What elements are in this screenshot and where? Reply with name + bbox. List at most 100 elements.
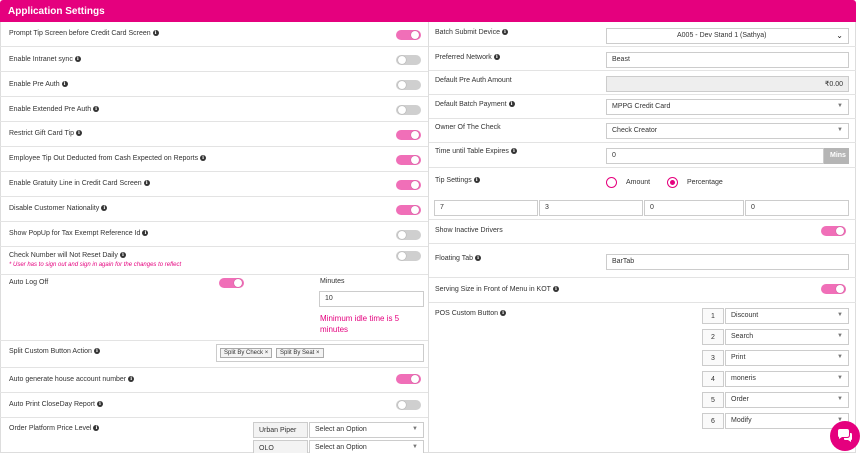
setting-label: POS Custom Button xyxy=(435,310,499,317)
info-icon[interactable]: i xyxy=(75,130,82,137)
info-icon[interactable]: i xyxy=(93,106,100,113)
pos-button-number: 5 xyxy=(702,392,724,408)
batch-submit-device-select[interactable]: A005 - Dev Stand 1 (Sathya) ⌄ xyxy=(606,28,849,44)
setting-row-intranet-sync: Enable Intranet sync i xyxy=(0,47,428,72)
pos-button-number: 6 xyxy=(702,413,724,429)
pre-auth-toggle[interactable] xyxy=(396,80,421,90)
default-batch-payment-select[interactable]: MPPG Credit Card ▼ xyxy=(606,99,849,115)
info-icon[interactable]: i xyxy=(500,310,507,317)
chat-button[interactable] xyxy=(830,421,860,451)
setting-row-gratuity-line: Enable Gratuity Line in Credit Card Scre… xyxy=(0,172,428,197)
prompt-tip-toggle[interactable] xyxy=(396,30,421,40)
setting-row-pre-auth: Enable Pre Auth i xyxy=(0,72,428,97)
tag-split-by-seat[interactable]: Split By Seat × xyxy=(276,348,324,358)
info-icon[interactable]: i xyxy=(74,56,81,63)
chevron-down-icon: ▼ xyxy=(837,312,843,318)
auto-log-off-toggle[interactable] xyxy=(219,278,244,288)
info-icon[interactable]: i xyxy=(475,255,482,262)
info-icon[interactable]: i xyxy=(473,177,480,184)
info-icon[interactable]: i xyxy=(510,148,517,155)
pos-button-number: 2 xyxy=(702,329,724,345)
pos-button-select-2[interactable]: Search ▼ xyxy=(725,329,849,345)
tip-percentage-radio[interactable] xyxy=(667,177,678,188)
info-icon[interactable]: i xyxy=(96,401,103,408)
urban-piper-price-level-select[interactable]: Select an Option ▼ xyxy=(309,422,424,438)
info-icon[interactable]: i xyxy=(93,348,100,355)
setting-label: Order Platform Price Level xyxy=(9,425,92,432)
setting-row-preferred-network: Preferred Network i Beast xyxy=(429,47,856,71)
info-icon[interactable]: i xyxy=(128,376,135,383)
tip-value-input-2[interactable]: 3 xyxy=(539,200,643,216)
setting-row-prompt-tip: Prompt Tip Screen before Credit Card Scr… xyxy=(0,22,428,47)
auto-print-closeday-toggle[interactable] xyxy=(396,400,421,410)
chat-bubble-icon xyxy=(838,429,852,442)
serving-size-toggle[interactable] xyxy=(821,284,846,294)
setting-row-default-batch-payment: Default Batch Payment i MPPG Credit Card ▼ xyxy=(429,95,856,119)
remove-tag-icon[interactable]: × xyxy=(316,350,320,356)
minutes-label: Minutes xyxy=(320,278,345,285)
tip-value-input-1[interactable]: 7 xyxy=(434,200,538,216)
setting-row-auto-house-account: Auto generate house account number i xyxy=(0,368,428,393)
pos-button-select-6[interactable]: Modify ▼ xyxy=(725,413,849,429)
info-icon[interactable]: i xyxy=(61,81,68,88)
setting-row-employee-tip-out: Employee Tip Out Deducted from Cash Expe… xyxy=(0,147,428,172)
inactive-drivers-toggle[interactable] xyxy=(821,226,846,236)
setting-row-tip-settings: Tip Settings i Amount Percentage 7 3 0 0 xyxy=(429,168,856,220)
remove-tag-icon[interactable]: × xyxy=(265,350,269,356)
setting-row-floating-tab: Floating Tab i BarTab xyxy=(429,244,856,278)
pos-button-select-4[interactable]: moneris ▼ xyxy=(725,371,849,387)
setting-label: Tip Settings xyxy=(435,177,472,184)
setting-row-table-expire: Time until Table Expires i 0 Mins xyxy=(429,143,856,168)
tip-amount-radio[interactable] xyxy=(606,177,617,188)
setting-row-tax-exempt-popup: Show PopUp for Tax Exempt Reference Id i xyxy=(0,222,428,247)
pos-button-select-3[interactable]: Print ▼ xyxy=(725,350,849,366)
platform-label-olo: OLO xyxy=(253,440,308,453)
chevron-down-icon: ⌄ xyxy=(836,31,843,40)
pos-button-select-5[interactable]: Order ▼ xyxy=(725,392,849,408)
info-icon[interactable]: i xyxy=(119,252,126,259)
table-expire-input[interactable]: 0 xyxy=(606,148,824,164)
tip-value-input-3[interactable]: 0 xyxy=(644,200,744,216)
setting-label: Enable Intranet sync xyxy=(9,56,73,63)
auto-house-account-toggle[interactable] xyxy=(396,374,421,384)
info-icon[interactable]: i xyxy=(493,54,500,61)
minutes-suffix: Mins xyxy=(824,148,849,164)
disable-nationality-toggle[interactable] xyxy=(396,205,421,215)
info-icon[interactable]: i xyxy=(143,180,150,187)
pos-button-select-1[interactable]: Discount ▼ xyxy=(725,308,849,324)
tag-split-by-check[interactable]: Split By Check × xyxy=(220,348,273,358)
info-icon[interactable]: i xyxy=(152,30,159,37)
check-number-reset-toggle[interactable] xyxy=(396,251,421,261)
setting-row-owner-of-check: Owner Of The Check Check Creator ▼ xyxy=(429,119,856,143)
tip-value-input-4[interactable]: 0 xyxy=(745,200,849,216)
olo-price-level-select[interactable]: Select an Option ▼ xyxy=(309,440,424,453)
idle-minutes-input[interactable]: 10 xyxy=(319,291,424,307)
setting-row-restrict-gift-tip: Restrict Gift Card Tip i xyxy=(0,122,428,147)
page-title: Application Settings xyxy=(8,6,105,17)
info-icon[interactable]: i xyxy=(501,29,508,36)
setting-label: Serving Size in Front of Menu in KOT xyxy=(435,286,551,293)
info-icon[interactable]: i xyxy=(200,155,207,162)
restart-note: * User has to sign out and sign in again… xyxy=(9,262,182,268)
floating-tab-input[interactable]: BarTab xyxy=(606,254,849,270)
tax-exempt-popup-toggle[interactable] xyxy=(396,230,421,240)
owner-of-check-select[interactable]: Check Creator ▼ xyxy=(606,123,849,139)
info-icon[interactable]: i xyxy=(552,286,559,293)
setting-row-check-number-reset: Check Number will Not Reset Daily i * Use… xyxy=(0,247,428,275)
info-icon[interactable]: i xyxy=(101,205,108,212)
preferred-network-input[interactable]: Beast xyxy=(606,52,849,68)
idle-time-warning: Minimum idle time is 5 minutes xyxy=(320,314,400,334)
info-icon[interactable]: i xyxy=(508,101,515,108)
setting-label: Show PopUp for Tax Exempt Reference Id xyxy=(9,230,141,237)
info-icon[interactable]: i xyxy=(93,425,100,432)
info-icon[interactable]: i xyxy=(142,230,149,237)
intranet-sync-toggle[interactable] xyxy=(396,55,421,65)
split-action-multiselect[interactable]: Split By Check × Split By Seat × xyxy=(216,344,424,362)
setting-row-split-custom: Split Custom Button Action i Split By Che… xyxy=(0,341,428,368)
setting-row-auto-log-off: Auto Log Off Minutes 10 Minimum idle tim… xyxy=(0,275,428,341)
restrict-gift-tip-toggle[interactable] xyxy=(396,130,421,140)
extended-pre-auth-toggle[interactable] xyxy=(396,105,421,115)
employee-tip-out-toggle[interactable] xyxy=(396,155,421,165)
gratuity-line-toggle[interactable] xyxy=(396,180,421,190)
tip-amount-label: Amount xyxy=(626,179,651,186)
